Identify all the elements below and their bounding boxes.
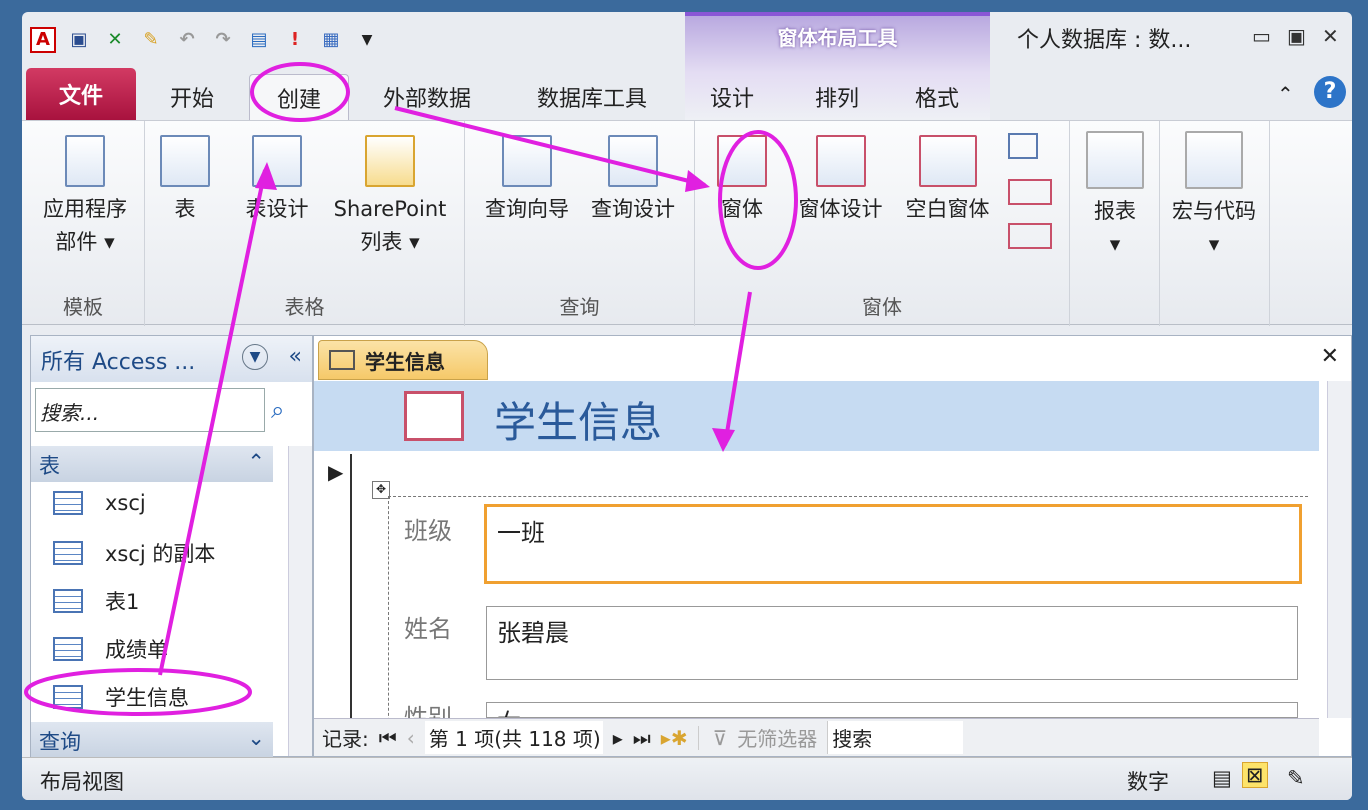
highlight-ellipse (720, 132, 796, 268)
arrow-head (712, 428, 735, 452)
arrow-head (255, 162, 277, 190)
arrow-line (160, 170, 265, 675)
highlight-ellipse (26, 670, 250, 714)
highlight-ellipse (252, 64, 348, 120)
annotation-overlay (0, 0, 1368, 810)
arrow-head (685, 170, 710, 192)
arrow-line (725, 292, 750, 445)
arrow-line (395, 108, 705, 185)
